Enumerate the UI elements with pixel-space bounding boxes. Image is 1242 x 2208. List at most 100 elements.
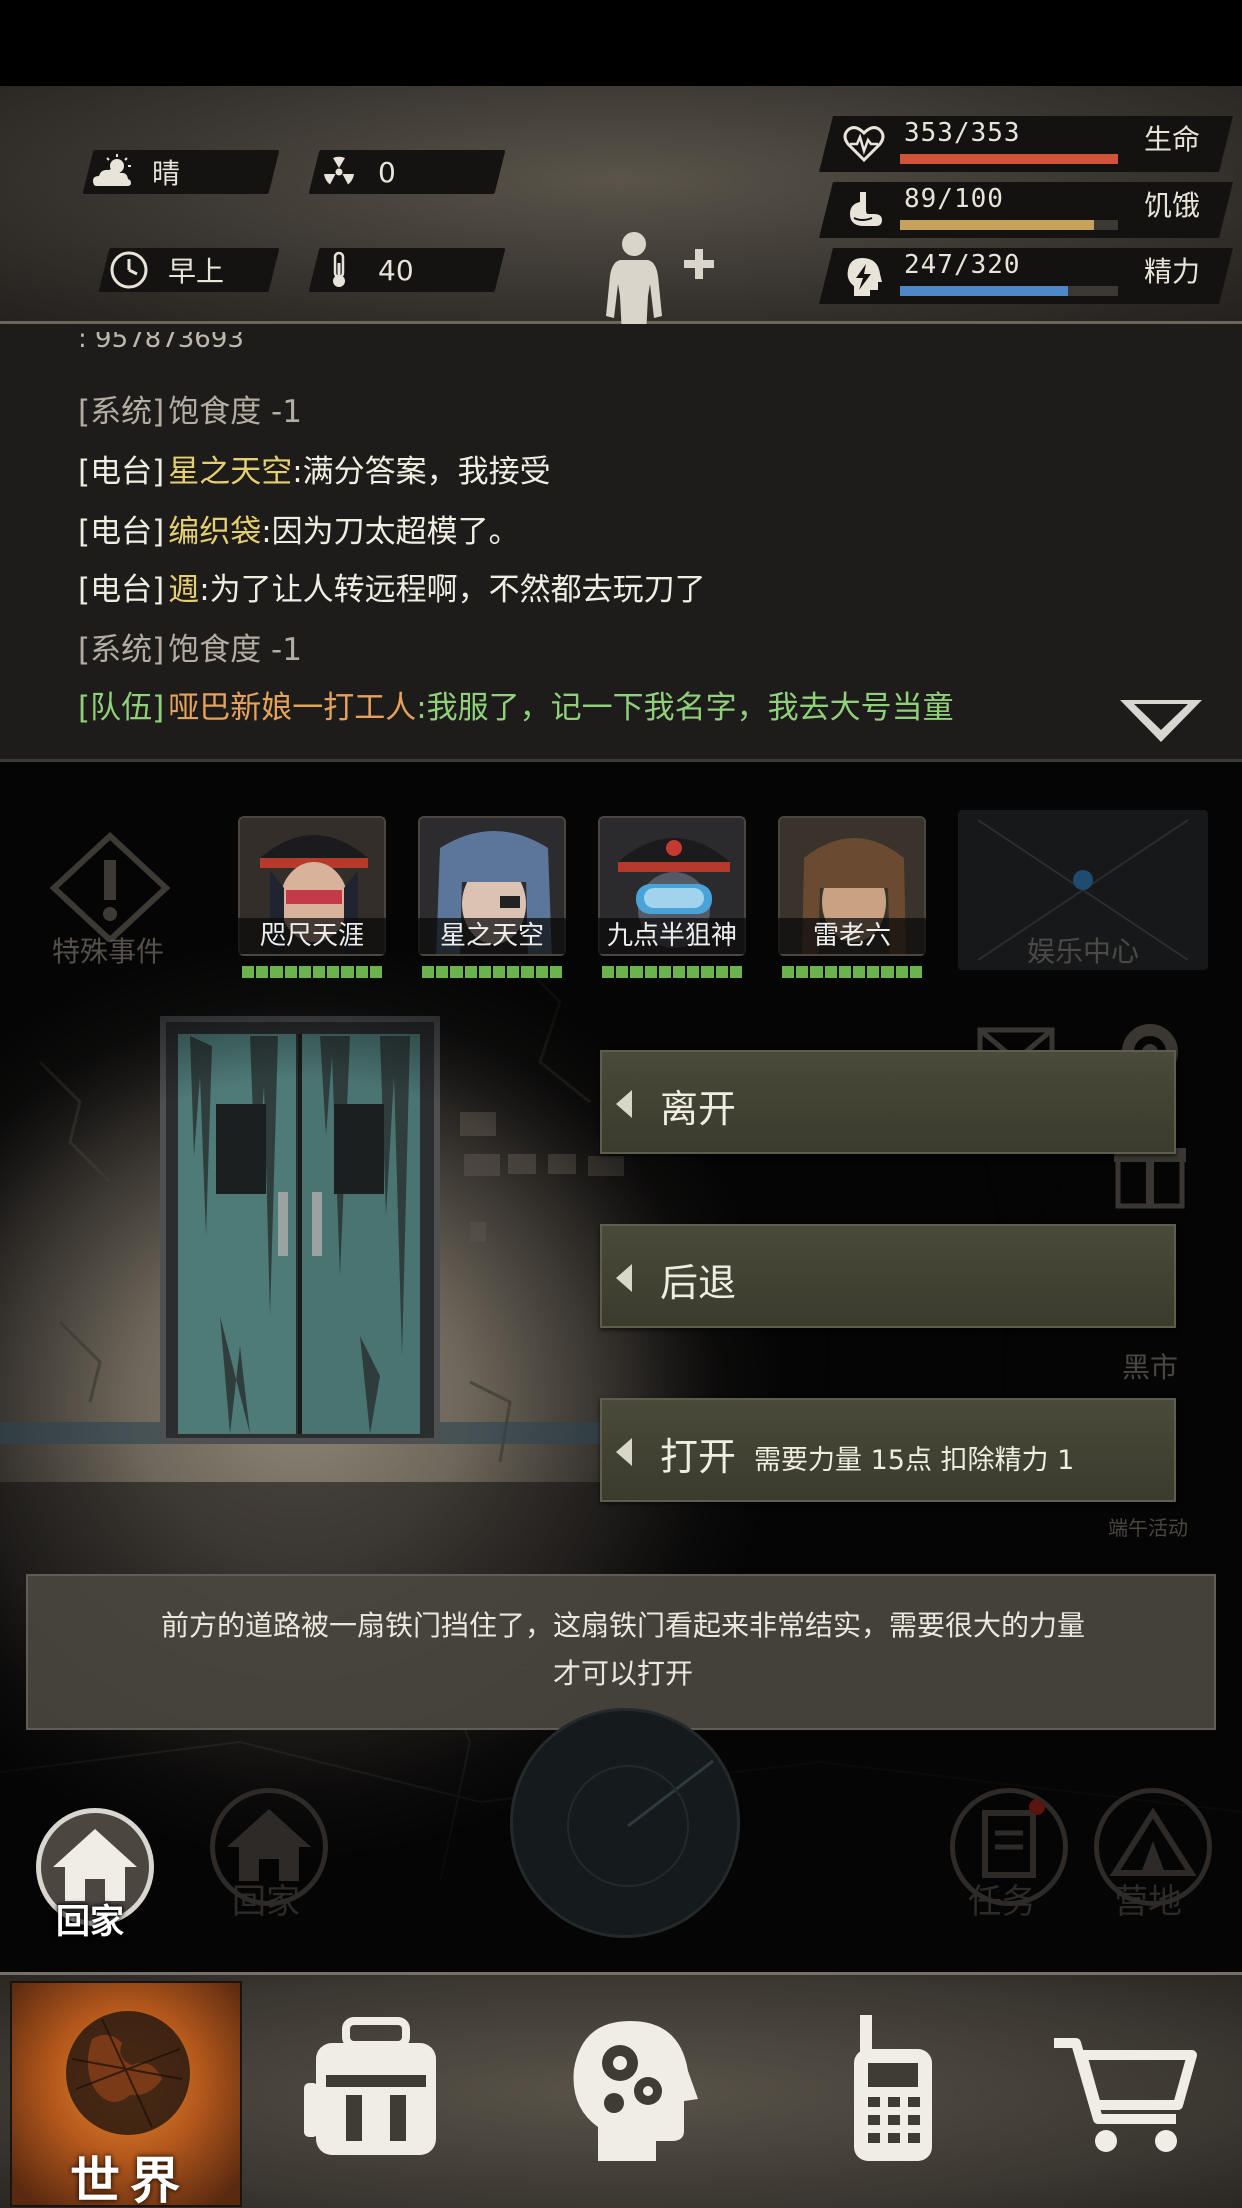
energy-label: 精力 bbox=[1143, 255, 1200, 288]
description-line: 前方的道路被一扇铁门挡住了，这扇铁门看起来非常结实，需要很大的力量 bbox=[160, 1609, 1085, 1642]
status-panel: 晴 0 早上 40 353/353 生命 89/100 饥饿 247/320 精… bbox=[0, 86, 1242, 378]
tasks-label: 任务 bbox=[968, 1882, 1036, 1922]
chat-channel-tag: [系统] bbox=[78, 632, 165, 668]
left-arrow-icon bbox=[616, 1090, 632, 1118]
teammate-card[interactable]: 雷老六 bbox=[778, 816, 926, 984]
teammate-name: 咫尺天涯 bbox=[238, 918, 386, 954]
description-line: 才可以打开 bbox=[552, 1657, 693, 1690]
teammate-hp-bar bbox=[782, 966, 923, 978]
chat-line: [电台] 星之天空:满分答案，我接受 bbox=[78, 446, 551, 491]
teammate-hp-bar bbox=[602, 966, 743, 978]
radar-icon bbox=[567, 1759, 714, 1887]
chat-message-text: :为了让人转远程啊，不然都去玩刀了 bbox=[199, 572, 706, 608]
action-label: 离开 bbox=[660, 1087, 737, 1131]
teammate-hp-bar bbox=[242, 966, 383, 978]
camp-label: 营地 bbox=[1114, 1882, 1182, 1922]
chat-channel-tag: [电台] bbox=[78, 572, 165, 608]
radar-button[interactable] bbox=[510, 1708, 740, 1938]
temperature-value: 40 bbox=[378, 253, 414, 287]
hunger-bar-fill bbox=[900, 220, 1095, 230]
chat-expand-button[interactable] bbox=[1118, 696, 1204, 746]
leave-button[interactable]: 离开 bbox=[600, 1050, 1176, 1154]
radiation-icon bbox=[314, 150, 364, 194]
world-tab-label: 世界 bbox=[70, 2152, 190, 2208]
teammate-card[interactable]: 九点半狙神 bbox=[598, 816, 746, 984]
health-label: 生命 bbox=[1143, 123, 1200, 156]
chat-sender-name[interactable]: 编织袋 bbox=[168, 514, 261, 550]
weather-stat[interactable]: 晴 bbox=[82, 150, 280, 194]
time-stat[interactable]: 早上 bbox=[98, 248, 280, 292]
chat-line: [队伍] 哑巴新娘一打工人:我服了，记一下我名字，我去大号当童 bbox=[78, 682, 954, 727]
open-door-button[interactable]: 打开 需要力量 15点 扣除精力 1 bbox=[600, 1398, 1176, 1502]
home-ghost-label: 回家 bbox=[232, 1882, 300, 1922]
vital-energy: 247/320 精力 bbox=[819, 248, 1233, 304]
globe-icon bbox=[66, 2011, 190, 2135]
backpack-icon bbox=[304, 2017, 436, 2155]
action-label: 打开 bbox=[660, 1435, 737, 1479]
chat-sender-name[interactable]: 週 bbox=[168, 572, 199, 608]
black-market-label[interactable]: 黑市 bbox=[1122, 1346, 1178, 1386]
energy-head-icon bbox=[842, 254, 886, 298]
hunger-label: 饥饿 bbox=[1143, 189, 1200, 222]
scene-view: 特殊事件 黑市 端午活动 娱乐中心 咫尺天涯 星之天空 九点半狙神 雷老六 离开… bbox=[0, 762, 1242, 1972]
health-value: 353/353 bbox=[904, 118, 1021, 148]
event-description-box: 前方的道路被一扇铁门挡住了，这扇铁门看起来非常结实，需要很大的力量 才可以打开 bbox=[26, 1574, 1216, 1730]
weather-text: 晴 bbox=[152, 157, 181, 190]
energy-bar bbox=[900, 286, 1118, 296]
shop-tab[interactable] bbox=[1050, 2015, 1200, 2165]
special-events-label: 特殊事件 bbox=[52, 935, 165, 968]
hunger-bar bbox=[900, 220, 1118, 230]
retreat-button[interactable]: 后退 bbox=[600, 1224, 1176, 1328]
chat-channel-tag: [电台] bbox=[78, 514, 165, 550]
backpack-tab[interactable] bbox=[300, 2015, 450, 2165]
chat-message-text: :满分答案，我接受 bbox=[292, 454, 551, 490]
clock-icon bbox=[104, 248, 154, 292]
teammate-hp-bar bbox=[422, 966, 563, 978]
top-blank-bar bbox=[0, 0, 1242, 86]
action-requirement: 需要力量 15点 扣除精力 1 bbox=[754, 1445, 1075, 1476]
vital-hunger: 89/100 饥饿 bbox=[819, 182, 1233, 238]
chat-partial-line: : 957873693 bbox=[78, 332, 244, 354]
skills-tab[interactable] bbox=[560, 2015, 710, 2165]
chat-channel-tag: [队伍] bbox=[78, 690, 165, 726]
thermometer-icon bbox=[314, 248, 364, 292]
radiation-value: 0 bbox=[378, 155, 396, 189]
chat-line: [电台] 编织袋:因为刀太超模了。 bbox=[78, 506, 520, 551]
vital-health: 353/353 生命 bbox=[819, 116, 1233, 172]
teammate-name: 九点半狙神 bbox=[598, 918, 746, 954]
festival-event-label[interactable]: 端午活动 bbox=[1108, 1512, 1188, 1541]
chat-channel-tag: [电台] bbox=[78, 454, 165, 490]
skills-head-icon bbox=[573, 2021, 698, 2161]
chat-log-panel[interactable]: : 957873693 [系统] 饱食度 -1 [电台] 星之天空:满分答案，我接受… bbox=[0, 324, 1242, 762]
chat-line: [电台] 週:为了让人转远程啊，不然都去玩刀了 bbox=[78, 564, 706, 609]
teammate-name: 星之天空 bbox=[418, 918, 566, 954]
teammate-card[interactable]: 星之天空 bbox=[418, 816, 566, 984]
radiation-stat[interactable]: 0 bbox=[308, 150, 506, 194]
warning-diamond-icon bbox=[49, 831, 171, 945]
chat-line: [系统] 饱食度 -1 bbox=[78, 624, 302, 669]
chat-sender-name[interactable]: 哑巴新娘一打工人 bbox=[168, 690, 416, 726]
radio-tab[interactable] bbox=[820, 2015, 970, 2165]
temperature-stat[interactable]: 40 bbox=[308, 248, 506, 292]
cloud-sun-icon bbox=[88, 150, 138, 194]
heart-icon bbox=[842, 122, 886, 166]
home-label: 回家 bbox=[56, 1902, 124, 1942]
teammate-name: 雷老六 bbox=[778, 918, 926, 954]
chat-channel-tag: [系统] bbox=[78, 394, 165, 430]
teammate-card[interactable]: 咫尺天涯 bbox=[238, 816, 386, 984]
hunger-value: 89/100 bbox=[904, 184, 1004, 214]
action-label: 后退 bbox=[660, 1261, 737, 1305]
time-of-day-text: 早上 bbox=[168, 255, 225, 288]
energy-value: 247/320 bbox=[904, 250, 1021, 280]
left-arrow-icon bbox=[616, 1438, 632, 1466]
chevron-down-icon bbox=[1120, 700, 1202, 742]
chat-message-text: 饱食度 -1 bbox=[168, 394, 302, 430]
chat-message-text: :因为刀太超模了。 bbox=[261, 514, 520, 550]
entertainment-center-label: 娱乐中心 bbox=[1026, 935, 1139, 968]
energy-bar-fill bbox=[900, 286, 1068, 296]
world-tab[interactable]: 世界 bbox=[10, 1981, 242, 2208]
chat-sender-name[interactable]: 星之天空 bbox=[168, 454, 292, 490]
event-description: 前方的道路被一扇铁门挡住了，这扇铁门看起来非常结实，需要很大的力量 才可以打开 bbox=[138, 1602, 1108, 1698]
left-arrow-icon bbox=[616, 1264, 632, 1292]
chat-message-text: 饱食度 -1 bbox=[168, 632, 302, 668]
